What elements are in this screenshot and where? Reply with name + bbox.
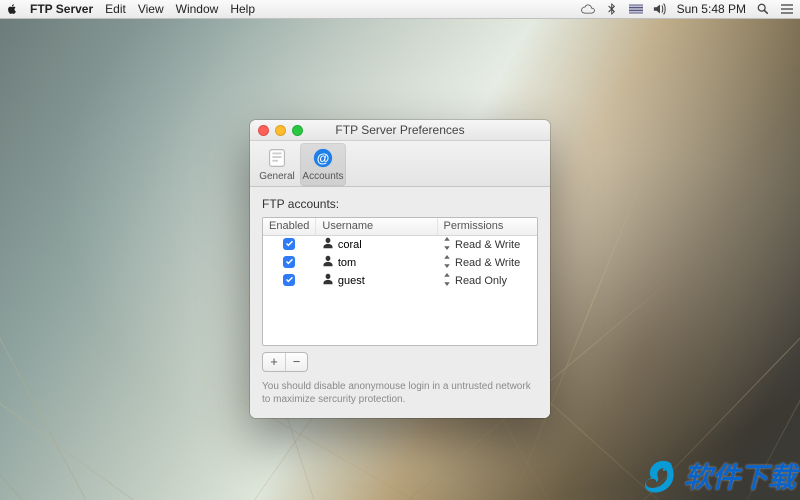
remove-button[interactable]: − <box>285 353 307 371</box>
icloud-icon[interactable] <box>581 3 595 15</box>
notification-center-icon[interactable] <box>780 3 794 15</box>
col-username[interactable]: Username <box>316 218 437 235</box>
close-button[interactable] <box>258 125 269 136</box>
section-label: FTP accounts: <box>262 197 538 211</box>
general-icon <box>266 147 288 169</box>
tab-accounts-label: Accounts <box>302 171 343 182</box>
stepper-icon[interactable] <box>443 237 451 253</box>
username-cell: coral <box>338 239 362 251</box>
menubar-item-help[interactable]: Help <box>230 2 255 16</box>
col-permissions[interactable]: Permissions <box>437 218 537 235</box>
table-row[interactable]: tom Read & Write <box>263 254 537 272</box>
accounts-icon: @ <box>312 147 334 169</box>
col-enabled[interactable]: Enabled <box>263 218 316 235</box>
hint-text: You should disable anonymouse login in a… <box>262 380 538 406</box>
enabled-checkbox[interactable] <box>283 274 295 286</box>
user-icon <box>322 273 334 288</box>
enabled-checkbox[interactable] <box>283 256 295 268</box>
enabled-checkbox[interactable] <box>283 238 295 250</box>
user-icon <box>322 255 334 270</box>
apple-menu-icon[interactable] <box>6 3 18 15</box>
menubar-clock[interactable]: Sun 5:48 PM <box>677 2 746 16</box>
permission-cell: Read & Write <box>455 239 520 251</box>
preferences-window: FTP Server Preferences General @ Account… <box>250 120 550 418</box>
window-titlebar[interactable]: FTP Server Preferences <box>250 120 550 141</box>
menubar-item-view[interactable]: View <box>138 2 164 16</box>
menubar-item-edit[interactable]: Edit <box>105 2 126 16</box>
table-row[interactable]: coral Read & Write <box>263 235 537 254</box>
minimize-button[interactable] <box>275 125 286 136</box>
username-cell: guest <box>338 275 365 287</box>
zoom-button[interactable] <box>292 125 303 136</box>
menubar-item-window[interactable]: Window <box>176 2 219 16</box>
user-icon <box>322 237 334 252</box>
add-button[interactable]: + <box>263 353 285 371</box>
bluetooth-icon[interactable] <box>605 3 619 15</box>
flag-icon[interactable] <box>629 3 643 15</box>
add-remove-buttons: + − <box>262 352 308 372</box>
preferences-toolbar: General @ Accounts <box>250 141 550 187</box>
tab-general[interactable]: General <box>254 143 300 186</box>
volume-icon[interactable] <box>653 3 667 15</box>
watermark-text: 软件下载 <box>684 456 796 496</box>
menubar: FTP Server Edit View Window Help Sun 5:4… <box>0 0 800 19</box>
spotlight-icon[interactable] <box>756 3 770 15</box>
tab-accounts[interactable]: @ Accounts <box>300 143 346 186</box>
svg-text:@: @ <box>317 151 330 166</box>
stepper-icon[interactable] <box>443 255 451 271</box>
accounts-table: Enabled Username Permissions coral Read &… <box>262 217 538 346</box>
menubar-app-name[interactable]: FTP Server <box>30 2 93 16</box>
dragon-icon <box>634 457 678 495</box>
table-row[interactable]: guest Read Only <box>263 272 537 290</box>
permission-cell: Read Only <box>455 275 507 287</box>
watermark: 软件下载 <box>634 456 800 496</box>
tab-general-label: General <box>259 171 295 182</box>
permission-cell: Read & Write <box>455 257 520 269</box>
username-cell: tom <box>338 257 356 269</box>
stepper-icon[interactable] <box>443 273 451 289</box>
